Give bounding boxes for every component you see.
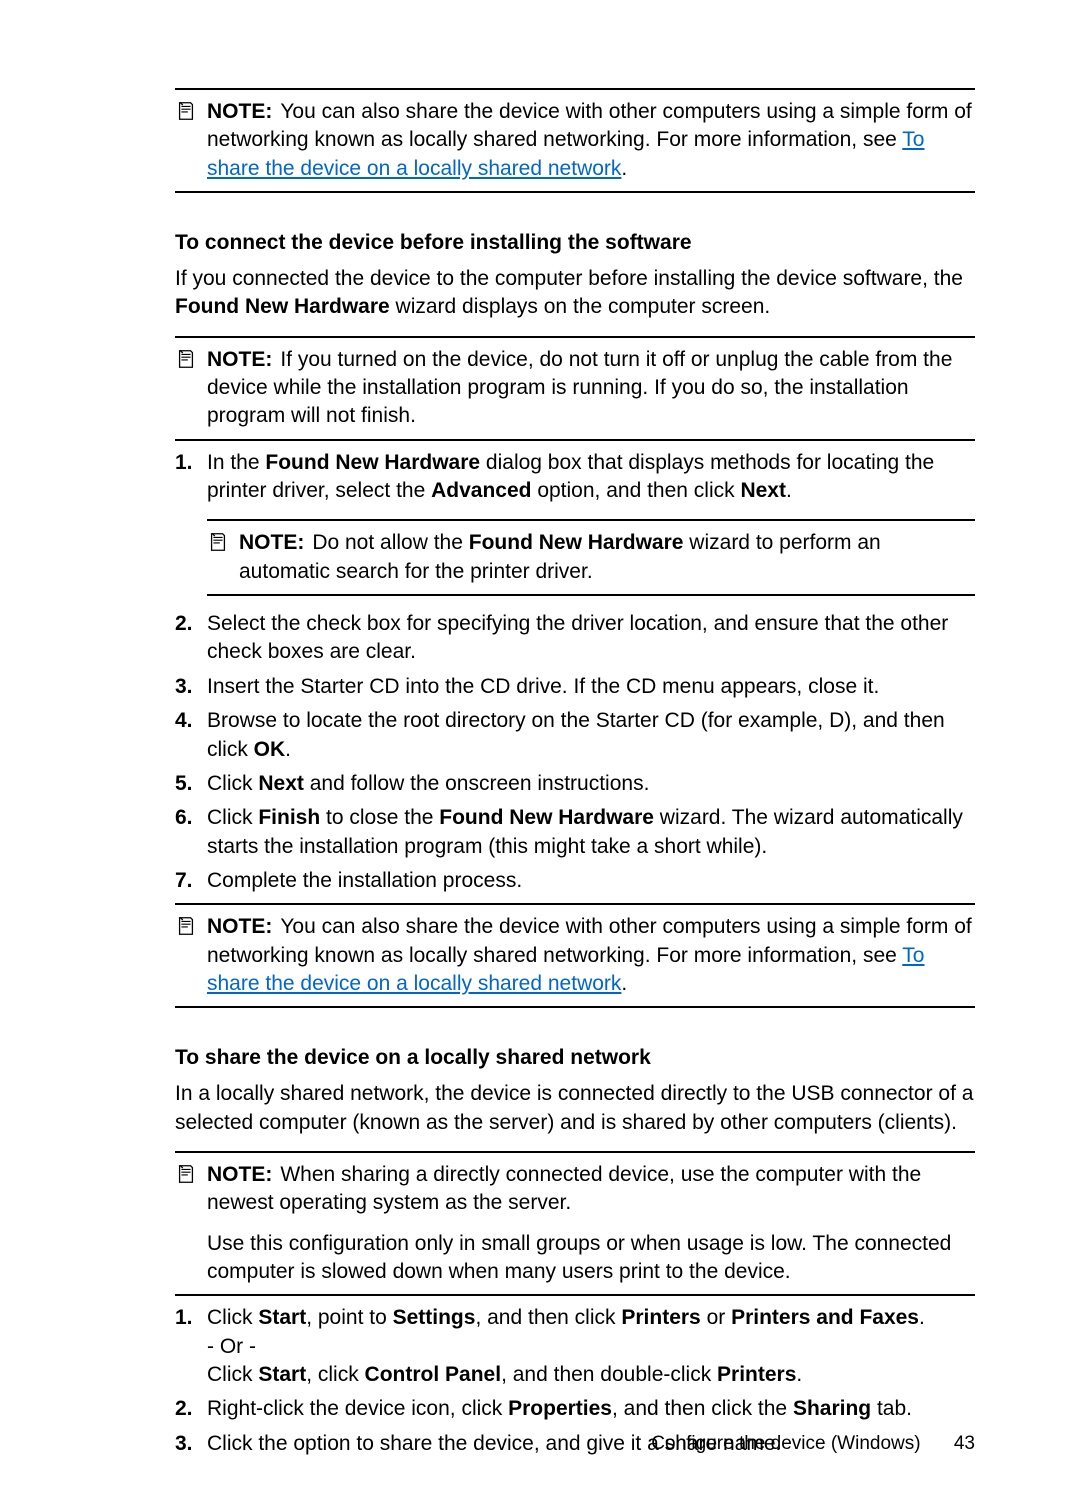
step-text: In the Found New Hardware dialog box tha… bbox=[207, 449, 975, 506]
note-text: NOTE:When sharing a directly connected d… bbox=[207, 1161, 975, 1286]
page-footer: Configure the device (Windows) 43 bbox=[651, 1433, 975, 1455]
step-text: Browse to locate the root directory on t… bbox=[207, 707, 975, 764]
note-icon bbox=[207, 531, 229, 553]
divider bbox=[207, 519, 975, 521]
note-icon bbox=[175, 915, 197, 937]
step-item: 7. Complete the installation process. bbox=[175, 867, 975, 895]
document-page: NOTE:You can also share the device with … bbox=[0, 0, 1080, 1458]
note-text: NOTE:You can also share the device with … bbox=[207, 98, 975, 183]
step-text: Insert the Starter CD into the CD drive.… bbox=[207, 673, 975, 701]
note-icon bbox=[175, 1163, 197, 1185]
divider bbox=[175, 88, 975, 90]
note-block: NOTE:When sharing a directly connected d… bbox=[175, 1161, 975, 1286]
step-item: 1. Click Start, point to Settings, and t… bbox=[175, 1304, 975, 1389]
section-heading: To connect the device before installing … bbox=[175, 231, 975, 255]
divider bbox=[175, 1006, 975, 1008]
divider bbox=[175, 903, 975, 905]
step-item: 2. Select the check box for specifying t… bbox=[175, 610, 975, 667]
divider bbox=[175, 1151, 975, 1153]
note-block: NOTE:You can also share the device with … bbox=[175, 913, 975, 998]
step-item: 5. Click Next and follow the onscreen in… bbox=[175, 770, 975, 798]
steps-list: 1. In the Found New Hardware dialog box … bbox=[175, 449, 975, 895]
section-intro: If you connected the device to the compu… bbox=[175, 265, 975, 322]
section-intro: In a locally shared network, the device … bbox=[175, 1080, 975, 1137]
divider bbox=[175, 1294, 975, 1296]
note-icon bbox=[175, 348, 197, 370]
divider bbox=[175, 336, 975, 338]
page-number: 43 bbox=[954, 1433, 975, 1454]
step-text: Click Finish to close the Found New Hard… bbox=[207, 804, 975, 861]
nested-note-block: NOTE:Do not allow the Found New Hardware… bbox=[207, 529, 975, 586]
step-item: 1. In the Found New Hardware dialog box … bbox=[175, 449, 975, 604]
note-block: NOTE:If you turned on the device, do not… bbox=[175, 346, 975, 431]
note-icon bbox=[175, 100, 197, 122]
step-text: Select the check box for specifying the … bbox=[207, 610, 975, 667]
divider bbox=[175, 191, 975, 193]
step-item: 2. Right-click the device icon, click Pr… bbox=[175, 1395, 975, 1423]
note-block: NOTE:You can also share the device with … bbox=[175, 98, 975, 183]
section-heading: To share the device on a locally shared … bbox=[175, 1046, 975, 1070]
divider bbox=[175, 439, 975, 441]
step-item: 6. Click Finish to close the Found New H… bbox=[175, 804, 975, 861]
note-text: NOTE:Do not allow the Found New Hardware… bbox=[239, 529, 975, 586]
divider bbox=[207, 594, 975, 596]
step-item: 3. Insert the Starter CD into the CD dri… bbox=[175, 673, 975, 701]
note-text: NOTE:You can also share the device with … bbox=[207, 913, 975, 998]
note-text: NOTE:If you turned on the device, do not… bbox=[207, 346, 975, 431]
step-text: Complete the installation process. bbox=[207, 867, 975, 895]
step-item: 4. Browse to locate the root directory o… bbox=[175, 707, 975, 764]
step-text: Click Start, point to Settings, and then… bbox=[207, 1304, 975, 1389]
step-text: Right-click the device icon, click Prope… bbox=[207, 1395, 975, 1423]
footer-title: Configure the device (Windows) bbox=[651, 1433, 920, 1454]
step-text: Click Next and follow the onscreen instr… bbox=[207, 770, 975, 798]
